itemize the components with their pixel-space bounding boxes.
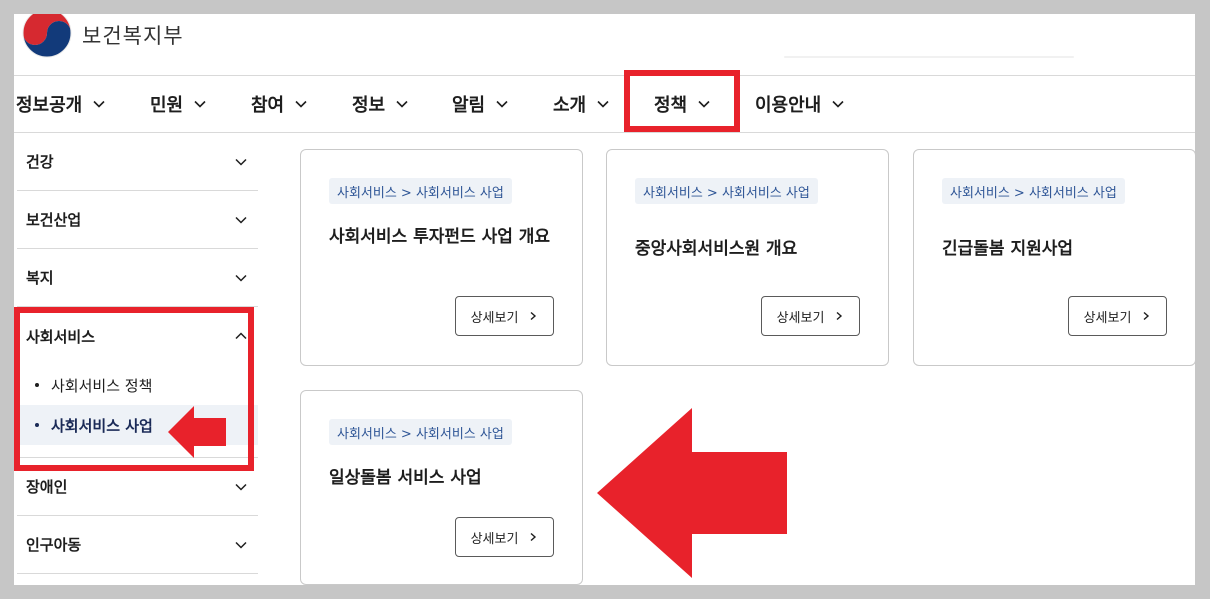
- sidebar-item-label: 장애인: [26, 478, 68, 496]
- card-category-tag: 사회서비스 > 사회서비스 사업: [329, 419, 512, 445]
- chevron-down-icon: [496, 100, 508, 108]
- view-detail-button[interactable]: 상세보기: [761, 296, 860, 336]
- sidebar-item-health[interactable]: 건강: [17, 133, 258, 191]
- button-label: 상세보기: [776, 310, 825, 326]
- chevron-down-icon: [396, 100, 408, 108]
- card-title: 중앙사회서비스원 개요: [635, 239, 798, 259]
- sidebar-item-health-industry[interactable]: 보건산업: [17, 191, 258, 249]
- gnb-item-label: 정보: [352, 95, 386, 116]
- button-label: 상세보기: [1083, 310, 1132, 326]
- site-logo[interactable]: 보건복지부: [22, 14, 184, 58]
- gnb-item-news[interactable]: 알림: [452, 76, 509, 132]
- chevron-down-icon: [235, 216, 247, 224]
- card-title: 긴급돌봄 지원사업: [942, 239, 1074, 259]
- gnb-item-info-disclosure[interactable]: 정보공개: [16, 76, 106, 132]
- card-category-tag: 사회서비스 > 사회서비스 사업: [329, 178, 512, 204]
- taegeuk-emblem-icon: [22, 14, 72, 58]
- chevron-down-icon: [194, 100, 206, 108]
- button-label: 상세보기: [470, 310, 519, 326]
- chevron-right-icon: [1143, 311, 1150, 321]
- gnb-item-about[interactable]: 소개: [553, 76, 610, 132]
- gnb-item-label: 알림: [452, 95, 486, 116]
- card-title: 일상돌봄 서비스 사업: [329, 468, 482, 488]
- gnb-item-information[interactable]: 정보: [352, 76, 409, 132]
- site-header: 보건복지부: [14, 14, 1195, 76]
- gnb-item-label: 정보공개: [16, 95, 83, 116]
- gnb-item-civil[interactable]: 민원: [150, 76, 207, 132]
- chevron-down-icon: [832, 100, 844, 108]
- chevron-down-icon: [295, 100, 307, 108]
- gnb-item-guide[interactable]: 이용안내: [755, 76, 845, 132]
- sidebar-item-label: 인구아동: [26, 536, 82, 554]
- chevron-right-icon: [530, 311, 537, 321]
- annotation-arrow-left-small-icon: [168, 406, 226, 458]
- sidebar-item-population-children[interactable]: 인구아동: [17, 516, 258, 574]
- chevron-down-icon: [93, 100, 105, 108]
- card-central-social-service: 사회서비스 > 사회서비스 사업 중앙사회서비스원 개요 상세보기: [606, 149, 889, 366]
- chevron-down-icon: [597, 100, 609, 108]
- card-category-tag: 사회서비스 > 사회서비스 사업: [942, 178, 1125, 204]
- sidebar-item-label: 복지: [26, 269, 54, 287]
- gnb-item-label: 참여: [251, 95, 285, 116]
- chevron-right-icon: [836, 311, 843, 321]
- sidebar-item-label: 건강: [26, 153, 54, 171]
- button-label: 상세보기: [470, 531, 519, 547]
- card-category-tag: 사회서비스 > 사회서비스 사업: [635, 178, 818, 204]
- gnb-item-label: 이용안내: [755, 95, 822, 116]
- card-daily-care: 사회서비스 > 사회서비스 사업 일상돌봄 서비스 사업 상세보기: [300, 390, 583, 585]
- card-social-service-fund: 사회서비스 > 사회서비스 사업 사회서비스 투자펀드 사업 개요 상세보기: [300, 149, 583, 366]
- page: 보건복지부 정보공개 민원 참여 정보 알림 소개 정책 이용안내 건강 보건산…: [14, 14, 1195, 585]
- chevron-down-icon: [235, 541, 247, 549]
- gnb-item-label: 소개: [553, 95, 587, 116]
- sidebar-item-welfare[interactable]: 복지: [17, 249, 258, 307]
- logo-text: 보건복지부: [82, 24, 184, 48]
- view-detail-button[interactable]: 상세보기: [455, 517, 554, 557]
- sidebar-item-label: 보건산업: [26, 211, 82, 229]
- chevron-down-icon: [235, 274, 247, 282]
- chevron-right-icon: [530, 532, 537, 542]
- chevron-down-icon: [235, 158, 247, 166]
- view-detail-button[interactable]: 상세보기: [455, 296, 554, 336]
- card-emergency-care: 사회서비스 > 사회서비스 사업 긴급돌봄 지원사업 상세보기: [913, 149, 1195, 366]
- gnb-item-participation[interactable]: 참여: [251, 76, 308, 132]
- search-bar-edge: [784, 56, 1074, 58]
- gnb-item-label: 민원: [150, 95, 184, 116]
- global-nav: 정보공개 민원 참여 정보 알림 소개 정책 이용안내: [14, 75, 1195, 133]
- chevron-down-icon: [235, 483, 247, 491]
- highlight-box-policy-menu: [624, 70, 740, 132]
- annotation-arrow-left-large-icon: [597, 408, 787, 578]
- view-detail-button[interactable]: 상세보기: [1068, 296, 1167, 336]
- card-title: 사회서비스 투자펀드 사업 개요: [329, 227, 551, 247]
